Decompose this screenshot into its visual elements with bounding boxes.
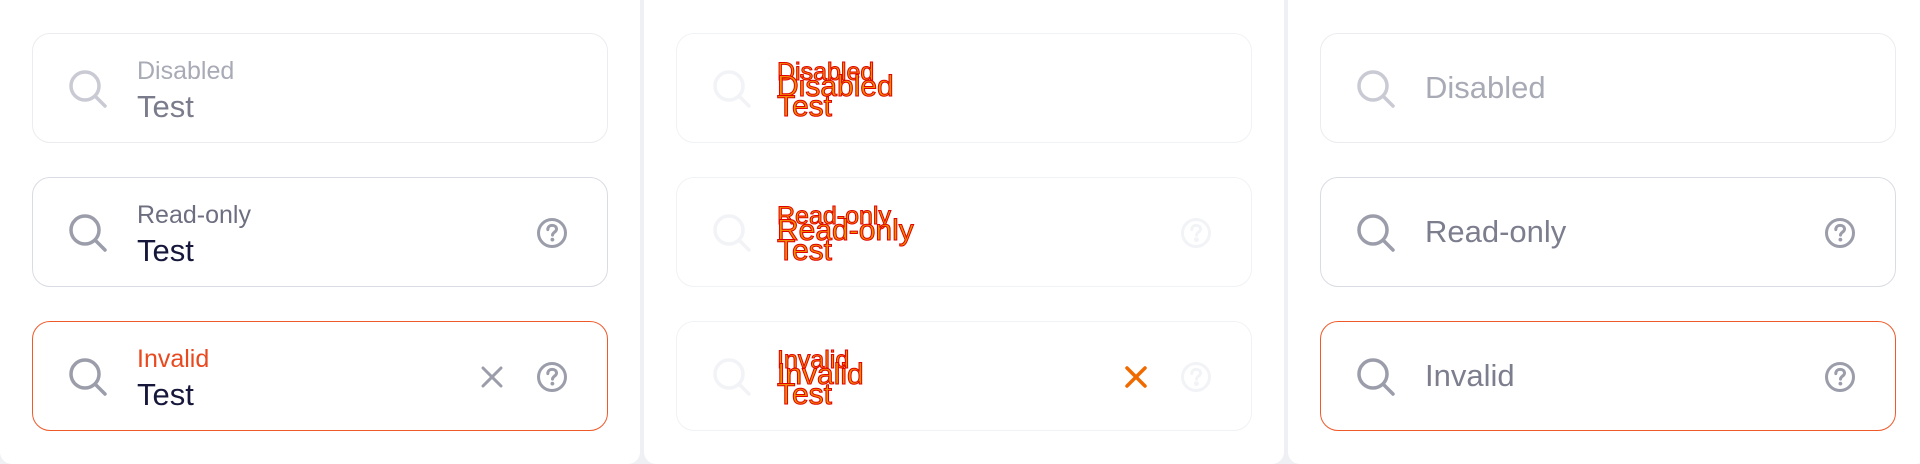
disabled-field: Disabled [1320,33,1896,143]
invalid-field-ghost[interactable]: Invalid Invalid Test [676,321,1252,431]
search-icon [1355,356,1397,398]
help-circle-icon[interactable] [535,360,569,394]
close-icon[interactable] [480,365,504,389]
field-value: Test [137,89,194,124]
help-circle-icon[interactable] [1179,360,1213,394]
field-label: Disabled [137,57,235,85]
field-value[interactable]: Test [776,234,832,268]
readonly-field[interactable]: Read-only Test [32,177,608,287]
field-value: Test [776,90,833,124]
readonly-field-ghost[interactable]: Read-only Read-only Test [676,177,1252,287]
search-icon [711,212,753,254]
help-circle-icon[interactable] [535,216,569,250]
panel-placeholder: Disabled Read-only Invalid [1288,0,1920,464]
search-icon [67,356,109,398]
invalid-field[interactable]: Invalid Test [32,321,608,431]
panel-labeled: Disabled Test Read-only Test Invalid Tes… [0,0,640,464]
field-value[interactable]: Test [137,377,194,413]
panel-ghost: Disabled Disabled Test Read-only Read-on… [644,0,1284,464]
search-icon [711,68,753,110]
help-circle-icon[interactable] [1179,216,1213,250]
disabled-field: Disabled Test [32,33,608,143]
help-circle-icon[interactable] [1823,360,1857,394]
search-icon [711,356,753,398]
field-label: Read-only [137,201,251,229]
field-value[interactable]: Test [137,233,194,269]
close-icon[interactable] [1124,365,1148,389]
field-placeholder[interactable]: Read-only [1425,214,1566,250]
disabled-field-ghost: Disabled Disabled Test [676,33,1252,143]
search-icon [67,68,109,110]
help-circle-icon[interactable] [1823,216,1857,250]
invalid-field[interactable]: Invalid [1320,321,1896,431]
field-label: Invalid [137,345,210,373]
search-icon [67,212,109,254]
field-placeholder: Disabled [1425,70,1546,105]
readonly-field[interactable]: Read-only [1320,177,1896,287]
search-icon [1355,212,1397,254]
field-value[interactable]: Test [776,378,832,412]
search-icon [1355,68,1397,110]
field-placeholder[interactable]: Invalid [1425,358,1515,394]
